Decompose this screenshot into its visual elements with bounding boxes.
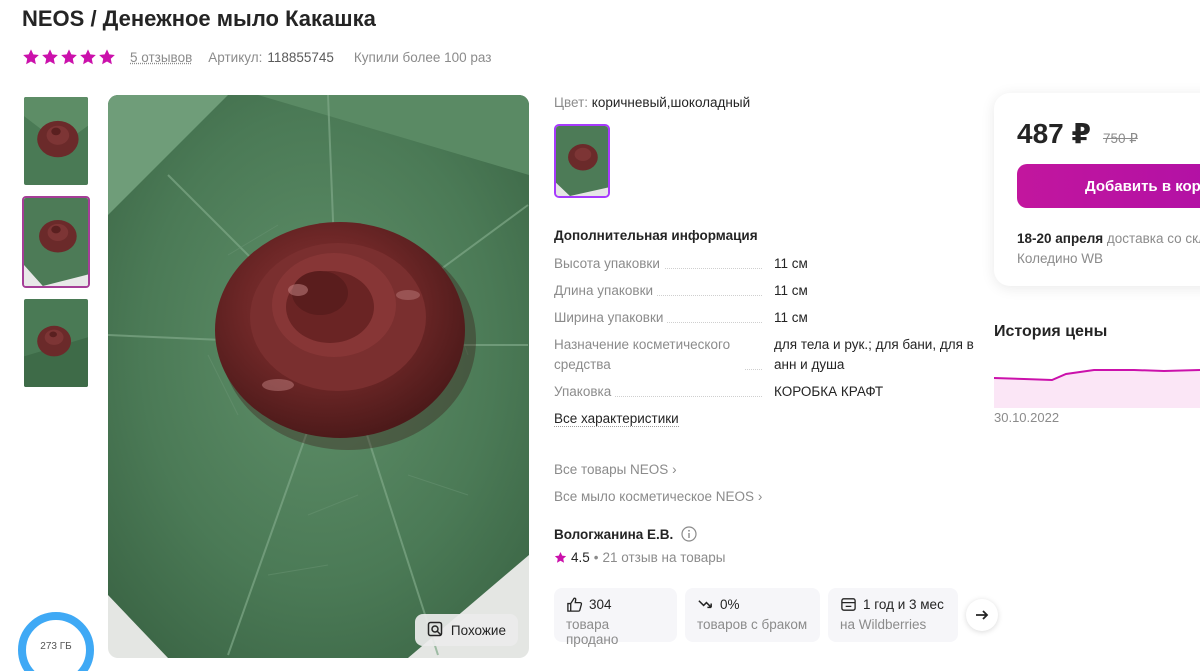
spec-name: Ширина упаковки — [554, 308, 668, 328]
thumbnail-1[interactable] — [22, 95, 90, 187]
seller-stats: 304 товара продано 0% товаров с браком 1… — [554, 588, 998, 647]
warehouse: Коледино WB — [1017, 251, 1104, 266]
search-image-icon — [427, 621, 443, 637]
delivery-date: 18-20 апреля — [1017, 231, 1104, 246]
thumbs-up-icon — [567, 597, 583, 612]
storage-label: 273 ГБ — [40, 640, 72, 652]
price-history-date: 30.10.2022 — [994, 410, 1060, 425]
delivery-text: доставка со склада — [1106, 231, 1200, 246]
sku-label: Артикул: — [208, 49, 263, 65]
spec-row: Высота упаковки 11 см — [554, 254, 974, 274]
trend-down-icon — [698, 600, 712, 609]
product-thumbnail-image — [24, 97, 88, 185]
rating-row: 5 отзывов Артикул: 118855745 Купили боле… — [22, 48, 491, 66]
all-brand-soap-link[interactable]: Все мыло косметическое NEOS › — [554, 489, 974, 504]
price-row: 487 ₽ 750 ₽ — [1017, 117, 1138, 150]
thumbnail-list — [22, 95, 92, 398]
spec-name: Высота упаковки — [554, 254, 664, 274]
spec-value: 11 см — [774, 283, 808, 298]
add-to-cart-button[interactable]: Добавить в корзину — [1017, 164, 1200, 208]
seller-reviews[interactable]: 21 отзыв на товары — [603, 550, 726, 565]
color-label: Цвет: — [554, 95, 589, 110]
info-icon[interactable] — [681, 526, 697, 542]
chevron-right-icon: › — [672, 462, 677, 477]
additional-info-title: Дополнительная информация — [554, 228, 758, 243]
spec-row: Назначение косметического средства для т… — [554, 335, 974, 375]
spec-value: 11 см — [774, 310, 808, 325]
storage-indicator[interactable]: 273 ГБ — [18, 612, 94, 671]
reviews-link[interactable]: 5 отзывов — [130, 50, 192, 65]
spec-name: Назначение косметического средства — [554, 335, 744, 375]
seller-rating-value: 4.5 — [571, 550, 590, 565]
star-icon — [99, 49, 115, 65]
bought-count: Купили более 100 раз — [353, 49, 492, 65]
price-history-chart[interactable] — [994, 360, 1200, 408]
all-characteristics-link[interactable]: Все характеристики — [554, 411, 679, 427]
color-swatch[interactable] — [554, 124, 610, 198]
product-thumbnail-image — [24, 299, 88, 387]
spec-row: Ширина упаковки 11 см — [554, 308, 974, 328]
star-icon — [80, 49, 96, 65]
chevron-right-icon: › — [757, 489, 763, 504]
spec-name: Длина упаковки — [554, 281, 658, 301]
spec-name: Упаковка — [554, 382, 616, 402]
shop-icon — [841, 598, 856, 611]
spec-row: Длина упаковки 11 см — [554, 281, 974, 301]
similar-label: Похожие — [450, 622, 506, 638]
all-brand-products-link[interactable]: Все товары NEOS › — [554, 462, 974, 477]
old-price: 750 ₽ — [1102, 131, 1138, 146]
star-icon — [61, 49, 77, 65]
price-history-title: История цены — [994, 323, 1108, 340]
delivery-info: 18-20 апреля доставка со склада Коледино… — [1017, 229, 1200, 269]
seller-rating: 4.5 • 21 отзыв на товары — [554, 550, 974, 565]
stat-defects: 0% товаров с браком — [685, 588, 820, 642]
arrow-right-icon — [976, 610, 989, 620]
thumbnail-3[interactable] — [22, 297, 90, 389]
seller-name[interactable]: Вологжанина Е.В. — [554, 526, 974, 542]
current-price: 487 ₽ — [1017, 118, 1091, 149]
rating-stars[interactable] — [22, 48, 116, 66]
spec-row: Упаковка КОРОБКА КРАФТ — [554, 382, 974, 402]
spec-value: 11 см — [774, 256, 808, 271]
stat-on-platform: 1 год и 3 мес на Wildberries — [828, 588, 958, 642]
product-thumbnail-image — [24, 198, 88, 286]
star-icon — [554, 551, 567, 563]
thumbnail-2[interactable] — [22, 196, 90, 288]
star-icon — [42, 49, 58, 65]
color-value: коричневый,шоколадный — [591, 95, 751, 110]
color-swatch-image — [556, 126, 608, 196]
spec-value: КОРОБКА КРАФТ — [774, 384, 884, 399]
color-line: Цвет: коричневый,шоколадный — [554, 95, 974, 110]
product-info: Цвет: коричневый,шоколадный Дополнительн… — [554, 95, 974, 565]
sku-value[interactable]: 118855745 — [267, 50, 334, 65]
price-card: 487 ₽ 750 ₽ Добавить в корзину 18-20 апр… — [994, 93, 1200, 286]
stats-next-button[interactable] — [966, 599, 998, 631]
star-icon — [23, 49, 39, 65]
main-product-photo[interactable]: Похожие — [108, 95, 529, 658]
similar-button[interactable]: Похожие — [414, 614, 518, 646]
spec-value: для тела и рук.; для бани, для в анн и д… — [774, 337, 974, 372]
product-title: NEOS / Денежное мыло Какашка — [22, 6, 376, 31]
stat-sold: 304 товара продано — [554, 588, 677, 647]
product-photo-image — [108, 95, 529, 658]
